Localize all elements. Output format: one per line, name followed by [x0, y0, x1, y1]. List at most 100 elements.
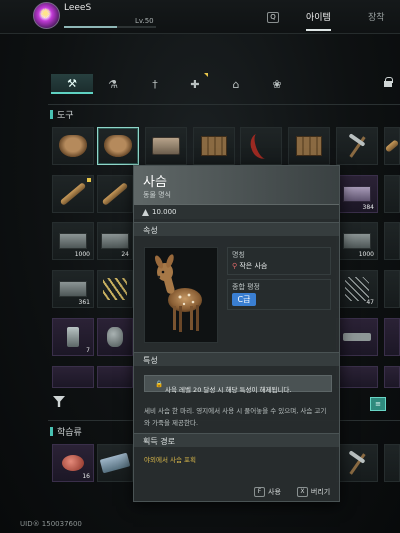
- inventory-slot[interactable]: [384, 127, 400, 165]
- top-bar: ✺ LeeeS Lv.50 Q 아이템 장착: [0, 0, 400, 34]
- inventory-slot[interactable]: [52, 366, 94, 388]
- house-icon: ⌂: [232, 77, 240, 91]
- inventory-slot[interactable]: [336, 318, 378, 356]
- section-route-label: 획득 경로: [143, 437, 175, 446]
- inventory-slot[interactable]: [336, 366, 378, 388]
- section-attributes-label: 속성: [143, 226, 158, 235]
- inventory-slot-selected[interactable]: [97, 127, 139, 165]
- use-button[interactable]: 사용: [268, 487, 281, 497]
- category-bar: ⚒ ⚗ † ✚ ⌂ ❀: [48, 73, 400, 96]
- item-count: 1000: [358, 251, 374, 258]
- divider: [48, 104, 400, 105]
- discard-key[interactable]: X: [296, 487, 308, 497]
- section-learning-label: 학습류: [57, 428, 82, 438]
- filter-icon[interactable]: [53, 396, 65, 407]
- butterfly-icon: ❀: [272, 77, 282, 91]
- route-text: 야외에서 사슴 포획: [144, 456, 196, 464]
- search-key-button[interactable]: Q: [267, 12, 279, 23]
- category-house[interactable]: ⌂: [215, 74, 257, 94]
- inventory-slot[interactable]: [384, 270, 400, 308]
- section-tools: 도구: [50, 108, 74, 121]
- category-medkit[interactable]: ✚: [174, 73, 216, 94]
- price-bar: 10.000: [134, 204, 339, 219]
- tab-equipment[interactable]: 장착: [368, 10, 385, 23]
- claw-icon: [247, 130, 275, 162]
- meat-icon: [62, 455, 84, 471]
- inventory-slot[interactable]: [384, 318, 400, 356]
- inventory-slot[interactable]: 1000: [336, 222, 378, 260]
- inventory-slot[interactable]: [97, 444, 133, 482]
- section-learning: 학습류: [50, 425, 82, 438]
- attribute-name-label: 명칭: [232, 251, 245, 259]
- arrows-icon: [345, 277, 369, 301]
- section-tools-label: 도구: [57, 111, 74, 121]
- inventory-slot[interactable]: 7: [52, 318, 94, 356]
- inventory-slot[interactable]: [384, 366, 400, 388]
- inventory-slot[interactable]: 384: [336, 175, 378, 213]
- player-level: Lv.50: [135, 17, 154, 25]
- item-count: 1000: [74, 251, 90, 258]
- tab-items[interactable]: 아이템: [306, 10, 331, 31]
- inventory-slot[interactable]: [97, 270, 133, 308]
- attribute-name-value: ⚲ 작은 사슴: [232, 261, 267, 271]
- inventory-slot[interactable]: [97, 318, 133, 356]
- category-butterfly[interactable]: ❀: [256, 74, 298, 94]
- inventory-slot[interactable]: [52, 127, 94, 165]
- trait-text: 🔒 사육 레벨 20 달성 시 해당 특성이 해제됩니다.: [155, 380, 292, 394]
- bolts-icon: [103, 278, 127, 300]
- inventory-slot[interactable]: [384, 222, 400, 260]
- category-bottle[interactable]: ⚗: [92, 74, 134, 94]
- discard-button[interactable]: 버리기: [311, 487, 330, 497]
- medkit-icon: ✚: [190, 77, 200, 91]
- player-uid: UID® 150037600: [20, 520, 82, 528]
- fawn-portrait: [144, 247, 218, 343]
- section-attributes: 속성: [134, 222, 339, 236]
- torch-icon: †: [152, 77, 158, 91]
- player-name: LeeeS: [64, 3, 92, 13]
- lock-icon[interactable]: [384, 77, 393, 87]
- new-flag: [204, 73, 208, 77]
- tooltip-header: 사슴 동물 명식: [134, 166, 339, 204]
- inventory-slot[interactable]: [384, 444, 400, 482]
- inventory-slot[interactable]: [52, 175, 94, 213]
- grenade-icon: [107, 327, 123, 347]
- gun-icon: [343, 333, 371, 341]
- inventory-slot[interactable]: [240, 127, 282, 165]
- deer-icon: [104, 135, 132, 157]
- grade-badge: C급: [232, 293, 256, 306]
- tool-icon: ⚒: [67, 76, 77, 90]
- item-count: 16: [82, 473, 90, 480]
- avatar[interactable]: ✺: [33, 2, 60, 29]
- crate-icon: [296, 136, 322, 156]
- ticket-icon: [99, 452, 131, 474]
- item-price: 10.000: [152, 208, 177, 216]
- inventory-slot[interactable]: 361: [52, 270, 94, 308]
- inventory-slot[interactable]: [336, 444, 378, 482]
- sort-button[interactable]: ≡: [370, 397, 386, 411]
- inventory-slot[interactable]: [97, 175, 133, 213]
- bottle-icon: ⚗: [108, 77, 118, 91]
- inventory-slot[interactable]: 24: [97, 222, 133, 260]
- inventory-slot[interactable]: 16: [52, 444, 94, 482]
- item-type: 동물 명식: [143, 191, 171, 199]
- section-route: 획득 경로: [134, 433, 339, 447]
- inventory-slot[interactable]: 1000: [52, 222, 94, 260]
- inventory-slot[interactable]: [97, 366, 133, 388]
- trait-text-value: 사육 레벨 20 달성 시 해당 특성이 해제됩니다.: [165, 386, 292, 394]
- category-tool[interactable]: ⚒: [51, 74, 93, 94]
- box-icon: [343, 233, 371, 249]
- inventory-slot[interactable]: [145, 127, 187, 165]
- item-count: 7: [86, 347, 90, 354]
- trait-locked: 🔒 사육 레벨 20 달성 시 해당 특성이 해제됩니다.: [144, 375, 332, 394]
- inventory-slot[interactable]: [193, 127, 235, 165]
- inventory-slot[interactable]: 47: [336, 270, 378, 308]
- box-icon: [59, 281, 87, 297]
- inventory-slot[interactable]: [336, 127, 378, 165]
- inventory-slot[interactable]: [384, 175, 400, 213]
- inventory-slot[interactable]: [288, 127, 330, 165]
- category-torch[interactable]: †: [134, 74, 176, 94]
- item-tooltip: 사슴 동물 명식 10.000 속성 명칭 ⚲ 작은 사슴 종합 평정 C급 특…: [133, 165, 340, 502]
- item-count: 384: [362, 204, 374, 211]
- coin-icon: [142, 209, 149, 216]
- use-key[interactable]: F: [254, 487, 265, 497]
